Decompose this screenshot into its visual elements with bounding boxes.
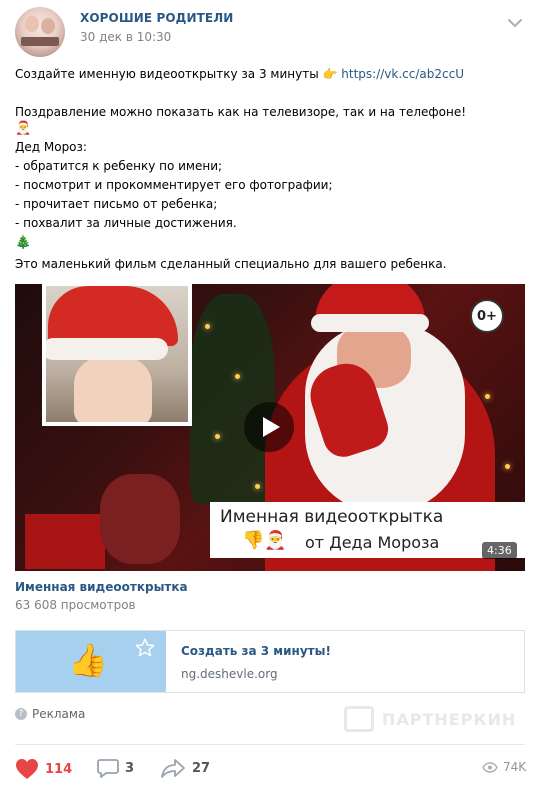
video-caption-line-2: от Деда Мороза (305, 533, 440, 552)
post-text-line-1: Создайте именную видеооткрытку за 3 мину… (15, 67, 464, 81)
video-scene-gift (25, 514, 105, 569)
comment-count: 3 (125, 760, 135, 776)
ad-info-icon: ? (15, 708, 27, 720)
star-icon[interactable] (134, 637, 156, 663)
age-rating-badge: 0+ (470, 299, 504, 333)
play-icon (263, 417, 280, 437)
chevron-down-icon[interactable] (507, 14, 523, 28)
ad-card-domain: ng.deshevle.org (181, 667, 278, 681)
views-count: 74K (503, 760, 527, 774)
views-counter: 74K (482, 760, 526, 774)
footer-divider (15, 744, 525, 745)
watermark-text: ПАРТНЕРКИН (382, 709, 517, 729)
video-scene-bear (100, 474, 180, 564)
post-text-line-6: - прочитает письмо от ребенка; (15, 197, 218, 211)
post-text-line-4: - обратится к ребенку по имени; (15, 159, 223, 173)
share-icon (161, 759, 185, 778)
post-text-line-2: Поздравление можно показать как на телев… (15, 105, 467, 119)
share-count: 27 (192, 760, 211, 776)
post-text-line-7: - похвалит за личные достижения. (15, 216, 237, 230)
caption-emoji-icon: 👎🎅 (242, 530, 287, 551)
heart-icon (16, 759, 38, 779)
group-avatar[interactable] (15, 7, 65, 57)
video-title-link[interactable]: Именная видеооткрытка (15, 580, 188, 594)
ad-card[interactable]: 👍 Создать за 3 минуты! ng.deshevle.org (15, 630, 525, 693)
post-link[interactable]: https://vk.cc/ab2ccU (341, 67, 464, 81)
post-text-line-5: - посмотрит и прокомментирует его фотогр… (15, 178, 333, 192)
post-text-line-8: Это маленький фильм сделанный специально… (15, 257, 447, 271)
ad-card-image[interactable]: 👍 (16, 631, 166, 692)
comment-button[interactable]: 3 (97, 758, 134, 778)
santa-emoji-icon: 🎅 (15, 121, 32, 136)
like-count: 114 (45, 761, 73, 777)
child-photo-frame (42, 284, 192, 426)
group-name-link[interactable]: ХОРОШИЕ РОДИТЕЛИ (80, 11, 233, 25)
ad-label-text: Реклама (32, 707, 86, 721)
thumbs-up-icon: 👍 (68, 641, 108, 679)
like-button[interactable]: 114 (15, 758, 72, 780)
video-caption-line-1: Именная видеооткрытка (220, 507, 444, 527)
video-duration: 4:36 (482, 542, 517, 559)
point-right-emoji-icon: 👉 (322, 67, 338, 81)
eye-icon (482, 761, 498, 773)
watermark: ПАРТНЕРКИН (344, 706, 516, 732)
video-views: 63 608 просмотров (15, 598, 136, 612)
post-date[interactable]: 30 дек в 10:30 (80, 30, 171, 44)
ad-label[interactable]: ? Реклама (15, 707, 85, 721)
video-caption-box: Именная видеооткрытка 👎🎅 от Деда Мороза (210, 502, 525, 558)
tree-emoji-icon: 🎄 (15, 235, 32, 250)
video-scene-santa-hat-trim (311, 314, 429, 332)
ad-card-title[interactable]: Создать за 3 минуты! (181, 644, 331, 658)
post-text-line-3: Дед Мороз: (15, 140, 87, 154)
share-button[interactable]: 27 (160, 758, 210, 778)
video-player[interactable]: 0+ Именная видеооткрытка 👎🎅 от Деда Моро… (15, 284, 525, 571)
watermark-logo-icon (344, 706, 374, 732)
play-button[interactable] (244, 402, 294, 452)
video-scene-tree (190, 294, 275, 504)
comment-icon (97, 759, 119, 778)
